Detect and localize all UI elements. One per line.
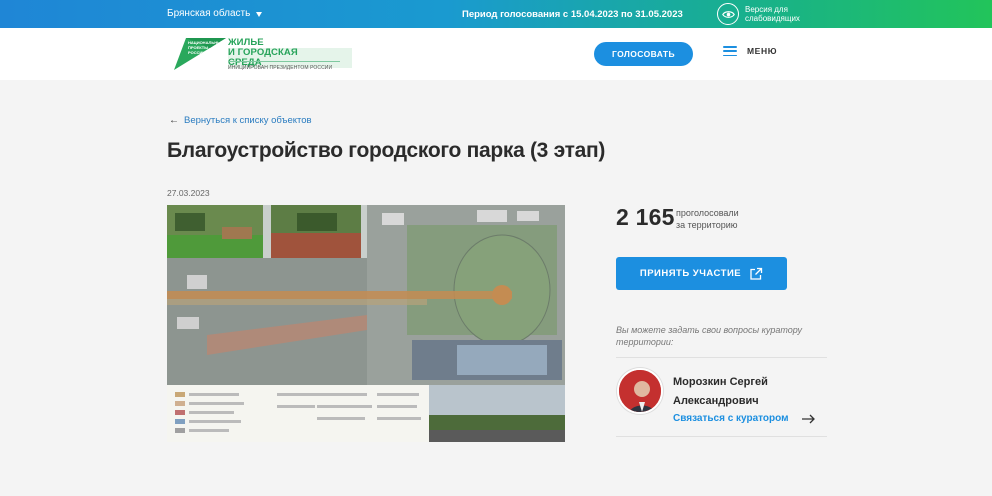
accessibility-version-link[interactable]: Версия для слабовидящих: [717, 3, 800, 25]
park-plan-illustration: [167, 205, 565, 442]
external-link-icon: [750, 267, 763, 280]
curator-name-line2: Александрович: [673, 395, 759, 407]
project-image[interactable]: [167, 205, 565, 442]
accessibility-label: Версия для слабовидящих: [745, 5, 800, 23]
accessibility-label-line2: слабовидящих: [745, 14, 800, 23]
logo-title: ЖИЛЬЕ И ГОРОДСКАЯ СРЕДА: [228, 38, 352, 68]
votes-count-label-line2: за территорию: [676, 219, 738, 230]
take-part-button[interactable]: ПРИНЯТЬ УЧАСТИЕ: [616, 257, 787, 290]
back-to-list-link[interactable]: ← Вернуться к списку объектов: [169, 115, 312, 126]
divider-top: [616, 357, 827, 358]
eye-icon: [717, 3, 739, 25]
person-photo-icon: [619, 370, 661, 412]
votes-count-label-line1: проголосовали: [676, 208, 739, 218]
contact-curator-label: Связаться с куратором: [673, 413, 789, 424]
logo-national-projects: НАЦИОНАЛЬНЫЕ ПРОЕКТЫ РОССИИ: [188, 40, 224, 55]
voting-period: Период голосования с 15.04.2023 по 31.05…: [462, 9, 683, 20]
divider-bottom: [616, 436, 827, 437]
top-bar: Брянская область Период голосования с 15…: [0, 0, 992, 28]
vote-button[interactable]: ГОЛОСОВАТЬ: [594, 42, 693, 66]
votes-count-label: проголосовали за территорию: [676, 208, 739, 231]
logo-divider: [228, 61, 340, 62]
region-label: Брянская область: [167, 8, 251, 19]
curator-name: Морозкин Сергей Александрович: [673, 373, 803, 411]
site-logo[interactable]: НАЦИОНАЛЬНЫЕ ПРОЕКТЫ РОССИИ ЖИЛЬЕ И ГОРО…: [172, 36, 352, 72]
votes-count: 2 165: [616, 204, 675, 230]
arrow-left-icon: ←: [169, 115, 179, 126]
page-title: Благоустройство городского парка (3 этап…: [167, 139, 606, 162]
menu-button[interactable]: МЕНЮ: [723, 46, 777, 56]
logo-subtitle: ИНИЦИИРОВАН ПРЕЗИДЕНТОМ РОССИИ: [228, 65, 333, 71]
publish-date: 27.03.2023: [167, 188, 210, 198]
menu-label: МЕНЮ: [747, 46, 778, 56]
take-part-label: ПРИНЯТЬ УЧАСТИЕ: [639, 268, 742, 279]
hamburger-icon: [723, 46, 737, 56]
contact-curator-link[interactable]: Связаться с куратором: [673, 413, 816, 424]
chevron-down-icon: [256, 11, 263, 17]
curator-question-text: Вы можете задать свои вопросы куратору т…: [616, 325, 802, 347]
back-label: Вернуться к списку объектов: [184, 115, 312, 126]
curator-name-line1: Морозкин Сергей: [673, 376, 768, 388]
arrow-right-icon: [801, 414, 815, 423]
accessibility-label-line1: Версия для: [745, 5, 788, 14]
site-header: НАЦИОНАЛЬНЫЕ ПРОЕКТЫ РОССИИ ЖИЛЬЕ И ГОРО…: [0, 28, 992, 80]
curator-avatar: [617, 368, 663, 414]
region-selector[interactable]: Брянская область: [167, 8, 263, 19]
